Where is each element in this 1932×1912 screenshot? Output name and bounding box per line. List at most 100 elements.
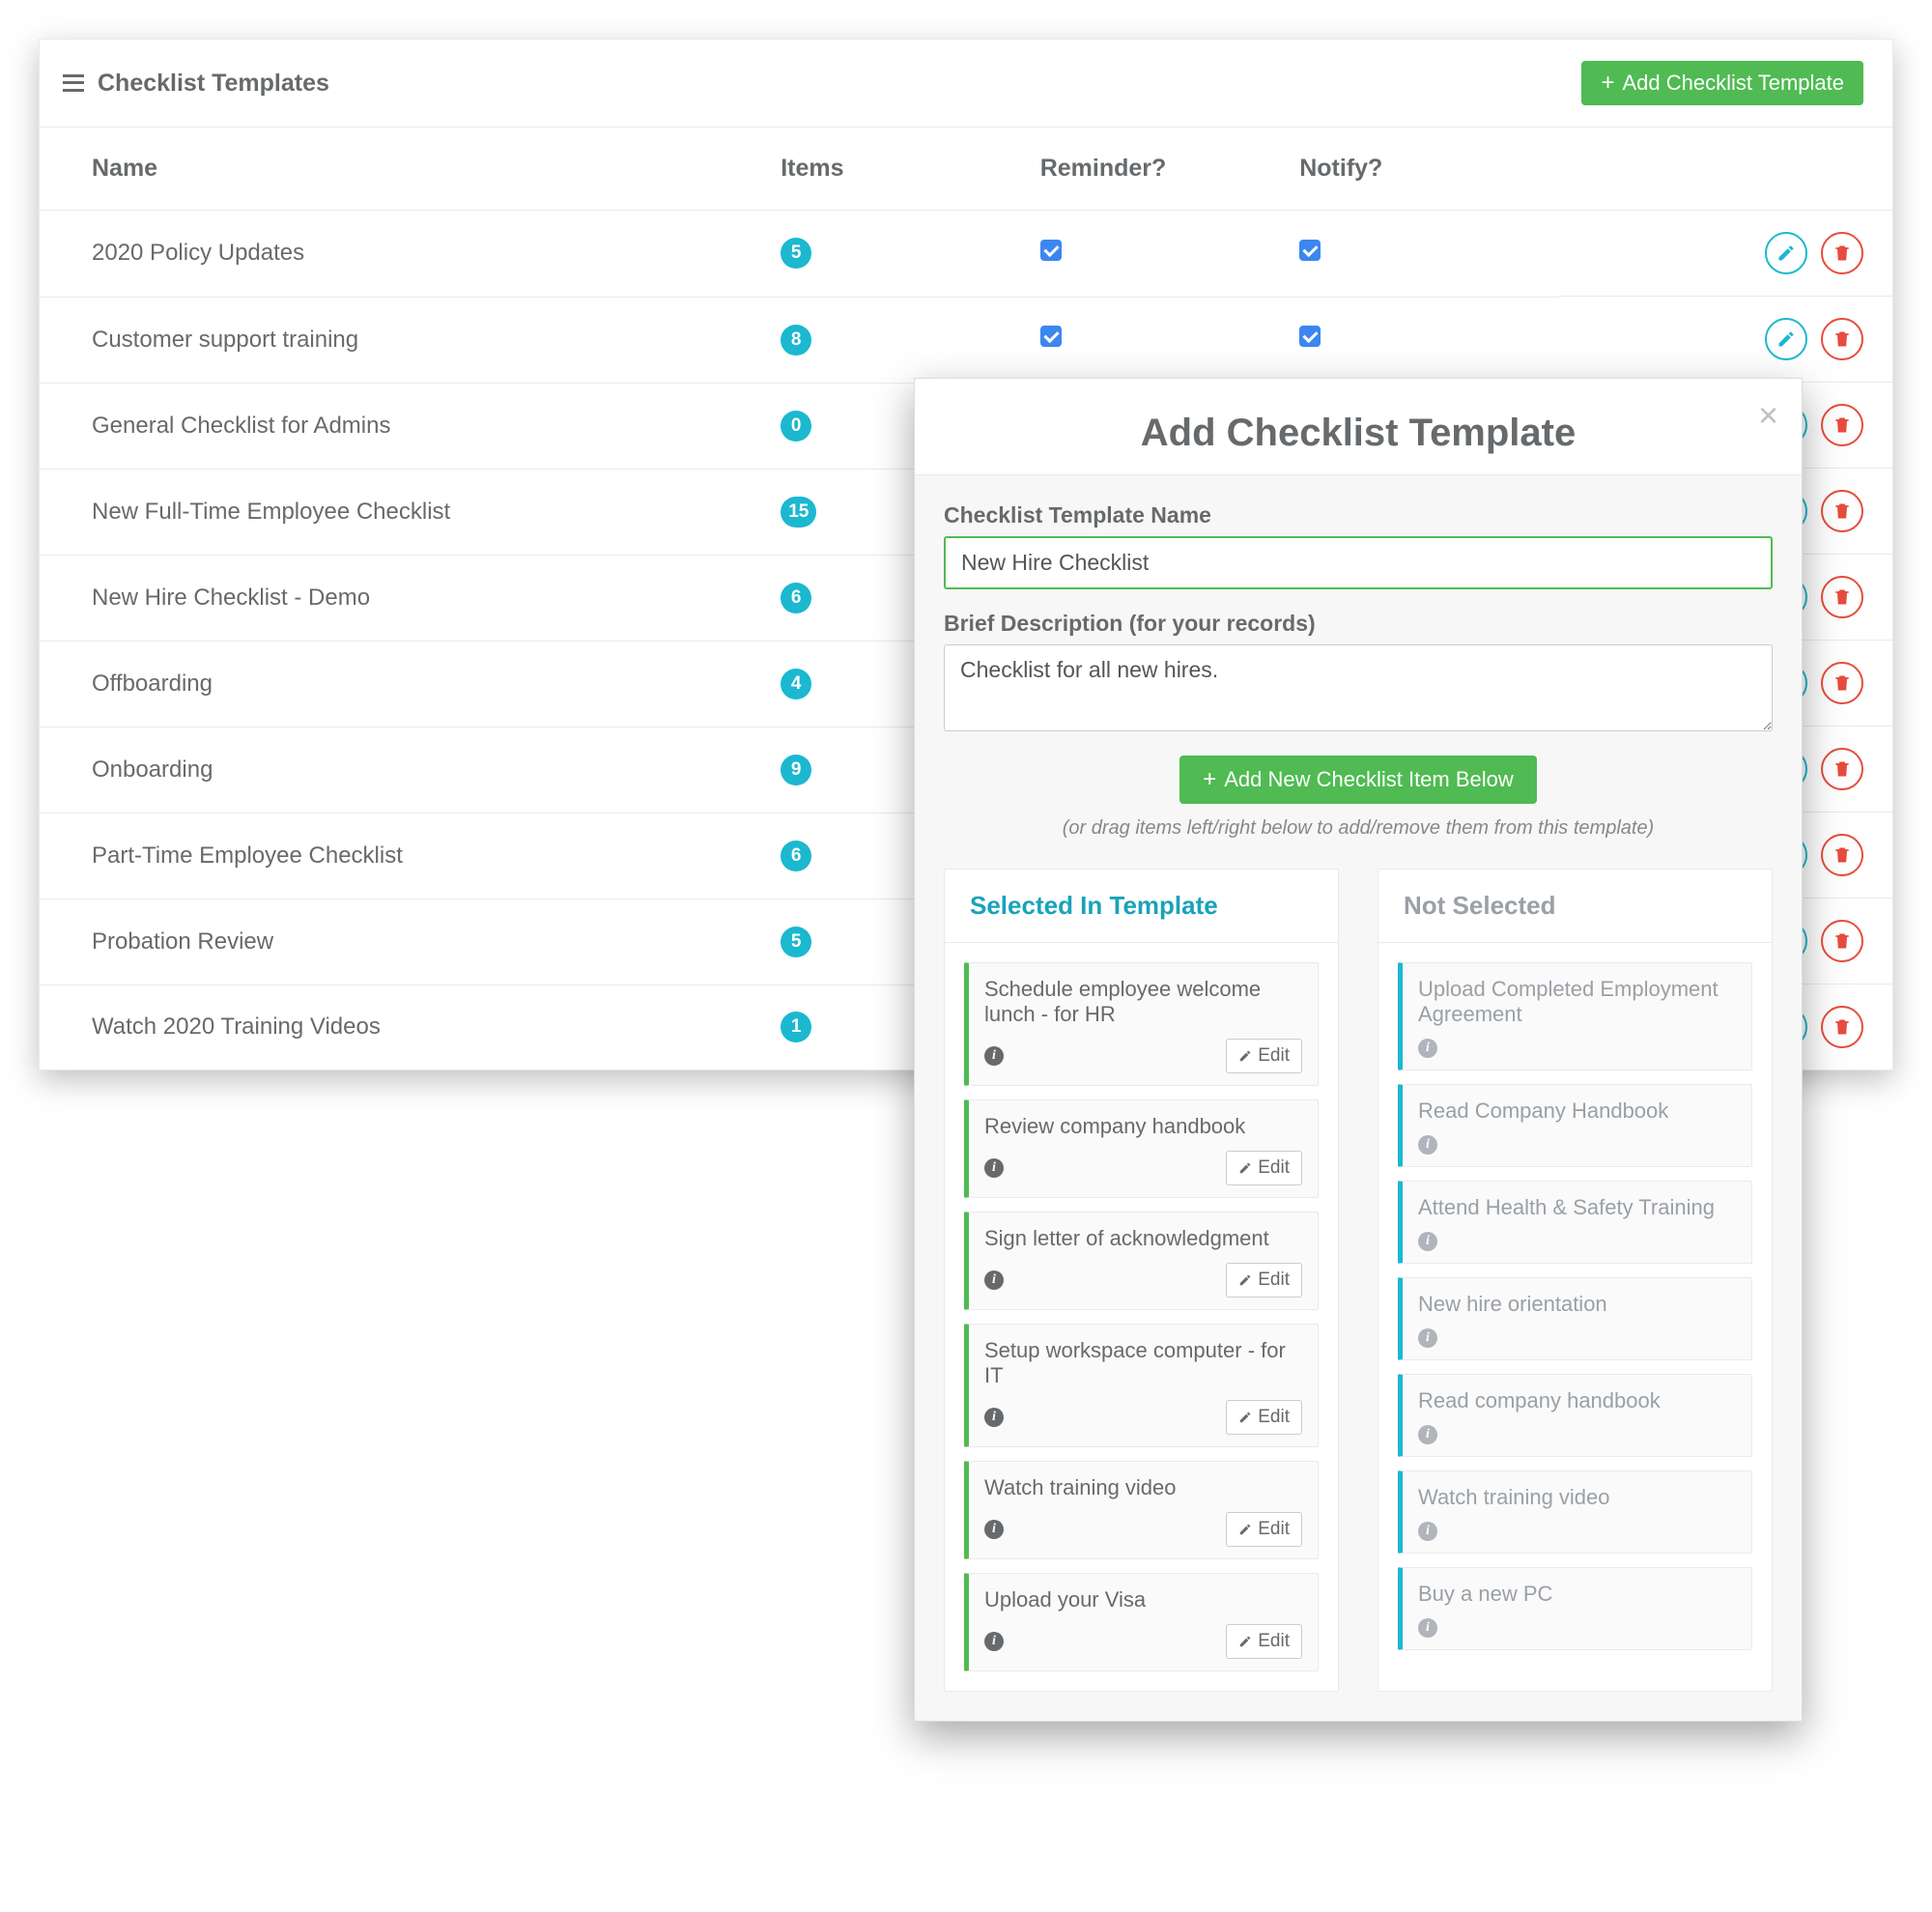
edit-label: Edit: [1258, 1407, 1290, 1428]
info-icon[interactable]: i: [984, 1632, 1004, 1651]
checklist-item-card[interactable]: Watch training video i Edit: [964, 1461, 1319, 1559]
edit-label: Edit: [1258, 1270, 1290, 1291]
reminder-checkbox[interactable]: [1040, 326, 1062, 347]
modal-title: Add Checklist Template: [953, 412, 1763, 455]
edit-label: Edit: [1258, 1519, 1290, 1540]
add-button-label: Add Checklist Template: [1623, 71, 1845, 96]
info-icon[interactable]: i: [1418, 1135, 1437, 1155]
item-title: Schedule employee welcome lunch - for HR: [984, 977, 1302, 1027]
items-badge: 6: [781, 841, 811, 871]
delete-button[interactable]: [1821, 232, 1863, 274]
edit-item-button[interactable]: Edit: [1226, 1400, 1302, 1435]
delete-button[interactable]: [1821, 404, 1863, 446]
trash-icon: [1833, 1017, 1852, 1037]
selected-column: Selected In Template Schedule employee w…: [944, 869, 1339, 1692]
close-icon[interactable]: ×: [1758, 398, 1778, 433]
items-badge: 5: [781, 927, 811, 957]
info-icon[interactable]: i: [984, 1158, 1004, 1178]
items-badge: 8: [781, 325, 811, 356]
item-title: Upload Completed Employment Agreement: [1418, 977, 1736, 1027]
info-icon[interactable]: i: [1418, 1039, 1437, 1058]
info-icon[interactable]: i: [1418, 1522, 1437, 1541]
not-selected-column: Not Selected Upload Completed Employment…: [1378, 869, 1773, 1692]
item-title: Read Company Handbook: [1418, 1099, 1736, 1124]
info-icon[interactable]: i: [984, 1046, 1004, 1066]
pencil-icon: [1776, 243, 1796, 263]
info-icon[interactable]: i: [984, 1270, 1004, 1290]
item-title: Read company handbook: [1418, 1388, 1736, 1413]
edit-button[interactable]: [1765, 232, 1807, 274]
add-item-label: Add New Checklist Item Below: [1224, 767, 1514, 792]
checklist-item-card[interactable]: Watch training video i: [1398, 1470, 1752, 1554]
plus-icon: +: [1601, 71, 1614, 95]
delete-button[interactable]: [1821, 662, 1863, 704]
edit-item-button[interactable]: Edit: [1226, 1151, 1302, 1185]
info-icon[interactable]: i: [1418, 1328, 1437, 1348]
edit-item-button[interactable]: Edit: [1226, 1263, 1302, 1298]
checklist-item-card[interactable]: Review company handbook i Edit: [964, 1099, 1319, 1198]
add-checklist-template-modal: Add Checklist Template × Checklist Templ…: [914, 378, 1803, 1722]
checklist-item-card[interactable]: Buy a new PC i: [1398, 1567, 1752, 1650]
trash-icon: [1833, 587, 1852, 607]
checklist-item-card[interactable]: Attend Health & Safety Training i: [1398, 1181, 1752, 1264]
template-name-label: Checklist Template Name: [944, 502, 1773, 528]
edit-label: Edit: [1258, 1045, 1290, 1067]
checklist-item-card[interactable]: Upload Completed Employment Agreement i: [1398, 962, 1752, 1070]
template-name: Watch 2020 Training Videos: [40, 985, 781, 1070]
template-name-input[interactable]: [944, 536, 1773, 589]
description-input[interactable]: [944, 644, 1773, 731]
pencil-icon: [1238, 1411, 1252, 1424]
notify-checkbox[interactable]: [1299, 326, 1321, 347]
delete-button[interactable]: [1821, 318, 1863, 360]
modal-body: Checklist Template Name Brief Descriptio…: [915, 474, 1802, 1721]
edit-item-button[interactable]: Edit: [1226, 1512, 1302, 1547]
template-name: General Checklist for Admins: [40, 383, 781, 469]
pencil-icon: [1238, 1049, 1252, 1063]
delete-button[interactable]: [1821, 834, 1863, 876]
checklist-item-card[interactable]: Setup workspace computer - for IT i Edit: [964, 1324, 1319, 1447]
checklist-item-card[interactable]: Schedule employee welcome lunch - for HR…: [964, 962, 1319, 1086]
info-icon[interactable]: i: [1418, 1425, 1437, 1444]
checklist-templates-panel: Checklist Templates + Add Checklist Temp…: [39, 39, 1893, 1070]
trash-icon: [1833, 845, 1852, 865]
template-name: New Full-Time Employee Checklist: [40, 469, 781, 555]
info-icon[interactable]: i: [1418, 1232, 1437, 1251]
delete-button[interactable]: [1821, 920, 1863, 962]
edit-button[interactable]: [1765, 318, 1807, 360]
items-badge: 15: [781, 497, 816, 528]
checklist-item-card[interactable]: Read company handbook i: [1398, 1374, 1752, 1457]
notify-checkbox[interactable]: [1299, 240, 1321, 261]
plus-icon: +: [1203, 768, 1216, 791]
items-badge: 6: [781, 583, 811, 614]
delete-button[interactable]: [1821, 490, 1863, 532]
pencil-icon: [1238, 1161, 1252, 1175]
delete-button[interactable]: [1821, 748, 1863, 790]
add-new-checklist-item-button[interactable]: + Add New Checklist Item Below: [1179, 756, 1537, 804]
edit-label: Edit: [1258, 1631, 1290, 1652]
checklist-item-card[interactable]: Sign letter of acknowledgment i Edit: [964, 1212, 1319, 1310]
edit-item-button[interactable]: Edit: [1226, 1624, 1302, 1659]
item-title: Attend Health & Safety Training: [1418, 1195, 1736, 1220]
info-icon[interactable]: i: [1418, 1618, 1437, 1638]
checklist-item-card[interactable]: Upload your Visa i Edit: [964, 1573, 1319, 1671]
template-name: Onboarding: [40, 727, 781, 813]
trash-icon: [1833, 243, 1852, 263]
info-icon[interactable]: i: [984, 1408, 1004, 1427]
delete-button[interactable]: [1821, 1006, 1863, 1048]
page-title-text: Checklist Templates: [98, 70, 329, 98]
reminder-checkbox[interactable]: [1040, 240, 1062, 261]
delete-button[interactable]: [1821, 576, 1863, 618]
pencil-icon: [1776, 329, 1796, 349]
trash-icon: [1833, 931, 1852, 951]
info-icon[interactable]: i: [984, 1520, 1004, 1539]
edit-item-button[interactable]: Edit: [1226, 1039, 1302, 1073]
page-title: Checklist Templates: [63, 70, 329, 98]
item-title: Watch training video: [984, 1475, 1302, 1500]
description-label: Brief Description (for your records): [944, 611, 1773, 637]
item-title: Sign letter of acknowledgment: [984, 1226, 1302, 1251]
pencil-icon: [1238, 1635, 1252, 1648]
modal-header: Add Checklist Template ×: [915, 379, 1802, 474]
checklist-item-card[interactable]: Read Company Handbook i: [1398, 1084, 1752, 1167]
add-checklist-template-button[interactable]: + Add Checklist Template: [1581, 61, 1863, 105]
checklist-item-card[interactable]: New hire orientation i: [1398, 1277, 1752, 1360]
